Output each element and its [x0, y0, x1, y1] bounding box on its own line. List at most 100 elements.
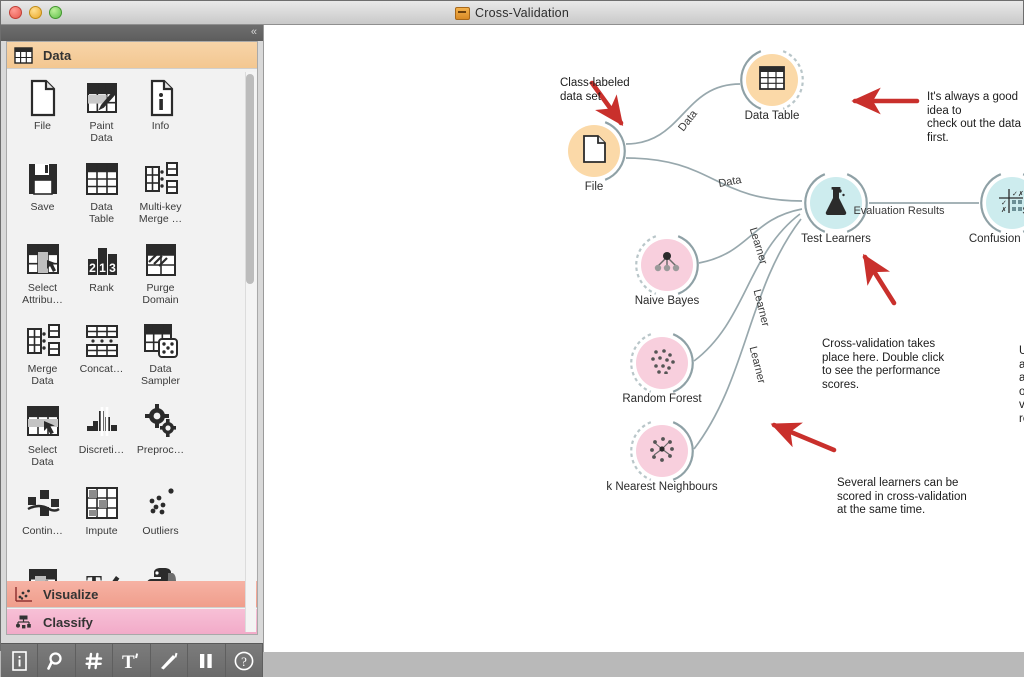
widget-label: Rank [73, 283, 131, 295]
widget-data-sampler[interactable]: DataSampler [131, 320, 190, 400]
node-test-learners[interactable] [810, 177, 862, 229]
node-data-table[interactable] [746, 54, 798, 106]
category-header-data[interactable]: Data [7, 42, 257, 69]
widget-label: Concat… [73, 364, 131, 376]
widget-impute[interactable]: Impute [72, 482, 131, 562]
window-title-group: Cross-Validation [1, 1, 1023, 25]
node-label: Data Table [745, 110, 800, 122]
widget-outliers[interactable]: Outliers [131, 482, 190, 562]
data-sampler-dice-icon [140, 320, 182, 362]
widget-label: File [14, 121, 72, 133]
widget-select-attribu[interactable]: SelectAttribu… [13, 239, 72, 319]
widget-contin[interactable]: Contin… [13, 482, 72, 562]
select-attributes-icon [22, 239, 64, 281]
node-label: Naive Bayes [635, 295, 700, 307]
report-document-icon [11, 651, 28, 671]
widget-label: Multi-keyMerge … [132, 202, 190, 225]
widget-purge-domain[interactable]: PurgeDomain [131, 239, 190, 319]
annotation-several-learners[interactable]: Several learners can bescored in cross-v… [837, 477, 967, 518]
paint-data-icon [81, 77, 123, 119]
annotation-cross-validation[interactable]: Cross-validation takesplace here. Double… [822, 338, 944, 392]
node-naive-bayes[interactable] [641, 239, 693, 291]
orange-app-icon [455, 7, 470, 20]
rank-icon: 213 [81, 239, 123, 281]
widget-label: Preproc… [132, 445, 190, 457]
widget-label: DataSampler [132, 364, 190, 387]
widget-preproc[interactable]: Preproc… [131, 401, 190, 481]
file-icon [22, 77, 64, 119]
zoom-button[interactable] [38, 644, 75, 677]
text-T-icon: T [120, 651, 142, 671]
select-data-icon [22, 401, 64, 443]
discretize-icon [81, 401, 123, 443]
file-document-icon [581, 135, 607, 168]
feature-constructor-icon: fx [22, 563, 64, 581]
widget-file[interactable]: File [13, 77, 72, 157]
node-label: Confusion Matrix [969, 233, 1024, 245]
help-button[interactable]: ? [226, 644, 263, 677]
node-label: Test Learners [801, 233, 871, 245]
application-window: Cross-Validation « Data FilePaintData [0, 0, 1024, 651]
category-header-classify[interactable]: Classify [7, 609, 257, 635]
workflow-canvas[interactable]: ✓✗✓✗ FileData TableTest LearnersConfusio… [263, 25, 1024, 652]
svg-text:2: 2 [89, 261, 96, 275]
widget-label: Contin… [14, 526, 72, 538]
widget-save[interactable]: Save [13, 158, 72, 238]
widget-label: Info [132, 121, 190, 133]
svg-text:✗: ✗ [1001, 206, 1007, 214]
widget-paint-data[interactable]: PaintData [72, 77, 131, 157]
link-label: Evaluation Results [853, 205, 944, 217]
table-icon [14, 47, 33, 64]
multikey-merge-icon [140, 158, 182, 200]
category-header-visualize[interactable]: Visualize [7, 581, 257, 608]
dock-scrollbar[interactable] [245, 72, 255, 632]
widget-rank[interactable]: 213 Rank [72, 239, 131, 319]
widget-label: PurgeDomain [132, 283, 190, 306]
grid-button[interactable] [76, 644, 113, 677]
widget-python-script[interactable]: PythonScript [131, 563, 190, 581]
node-label: k Nearest Neighbours [606, 481, 717, 493]
svg-text:?: ? [241, 654, 247, 669]
node-random-forest[interactable] [636, 337, 688, 389]
node-knn[interactable] [636, 425, 688, 477]
svg-text:✗: ✗ [1018, 190, 1024, 198]
annotation-check-data[interactable]: It's always a good idea tocheck out the … [927, 91, 1024, 145]
node-file[interactable] [568, 125, 620, 177]
widget-grid: FilePaintDataInfo SaveDataTableMulti-keyM… [7, 69, 257, 581]
random-forest-icon [648, 348, 676, 379]
widget-info[interactable]: Info [131, 77, 190, 157]
text-annotation-button[interactable]: T [113, 644, 150, 677]
dock-panel: Data FilePaintDataInfo SaveDataTableMulti… [6, 41, 258, 635]
category-label-classify: Classify [43, 615, 93, 630]
widget-select-data[interactable]: SelectData [13, 401, 72, 481]
arrow-annotation-button[interactable] [151, 644, 188, 677]
confusion-matrix-icon: ✓✗✓✗ [998, 188, 1024, 219]
svg-text:✓: ✓ [1001, 200, 1007, 207]
data-table-icon [81, 158, 123, 200]
report-button[interactable] [1, 644, 38, 677]
widget-edit-domain[interactable]: TEditDomain [72, 563, 131, 581]
annotation-class-labeled[interactable]: Class-labeleddata set [560, 77, 630, 104]
annotation-additional-analysis[interactable]: Use for additional analysisof cross-vali… [1019, 345, 1024, 427]
widget-label: Impute [73, 526, 131, 538]
knn-icon [648, 436, 676, 467]
widget-label: SelectData [14, 445, 72, 468]
widget-dock: « Data FilePaintDataInfo SaveDataTableMul… [1, 25, 263, 652]
widget-merge-data[interactable]: MergeData [13, 320, 72, 400]
widget-concat[interactable]: Concat… [72, 320, 131, 400]
chevron-double-left-icon[interactable]: « [251, 26, 257, 39]
widget-discreti[interactable]: Discreti… [72, 401, 131, 481]
pen-arrow-icon [158, 651, 180, 671]
pause-button[interactable] [188, 644, 225, 677]
bottom-toolbar: T ? [1, 643, 263, 677]
purge-domain-icon [140, 239, 182, 281]
magnifier-icon [47, 651, 67, 671]
scrollbar-thumb[interactable] [246, 74, 254, 284]
widget-multi-key-merge[interactable]: Multi-keyMerge … [131, 158, 190, 238]
widget-label: Save [14, 202, 72, 214]
outliers-icon [140, 482, 182, 524]
widget-feature-constr[interactable]: fxFeatureConstr… [13, 563, 72, 581]
category-label-visualize: Visualize [43, 587, 98, 602]
widget-data-table[interactable]: DataTable [72, 158, 131, 238]
category-label-data: Data [43, 48, 71, 63]
